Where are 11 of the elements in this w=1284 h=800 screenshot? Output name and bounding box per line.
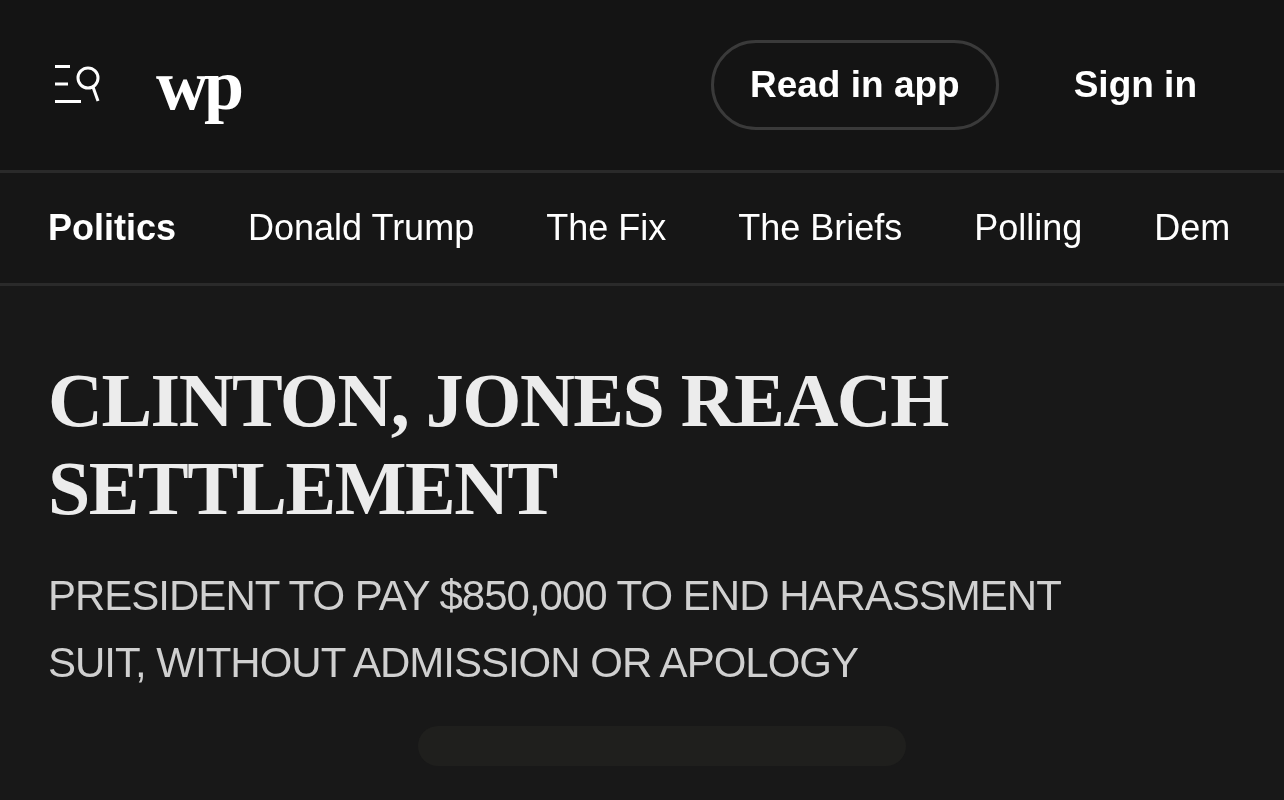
nav-link[interactable]: Polling [974,207,1083,249]
nav-link[interactable]: Donald Trump [248,207,475,249]
nav-link[interactable]: Politics [48,207,177,249]
menu-search-icon[interactable] [54,65,100,105]
nav-link[interactable]: The Fix [546,207,667,249]
headline: CLINTON, JONES REACH SETTLEMENT [48,357,949,532]
nav-link[interactable]: The Briefs [738,207,903,249]
read-in-app-button[interactable]: Read in app [710,40,999,130]
sign-in-button[interactable]: Sign in [1034,40,1236,130]
subheadline: PRESIDENT TO PAY $850,000 TO END HARASSMENT SUIT, WITHOUT ADMISSION OR APOLOGY [48,571,1062,688]
nav-link[interactable]: Dem [1154,207,1231,249]
